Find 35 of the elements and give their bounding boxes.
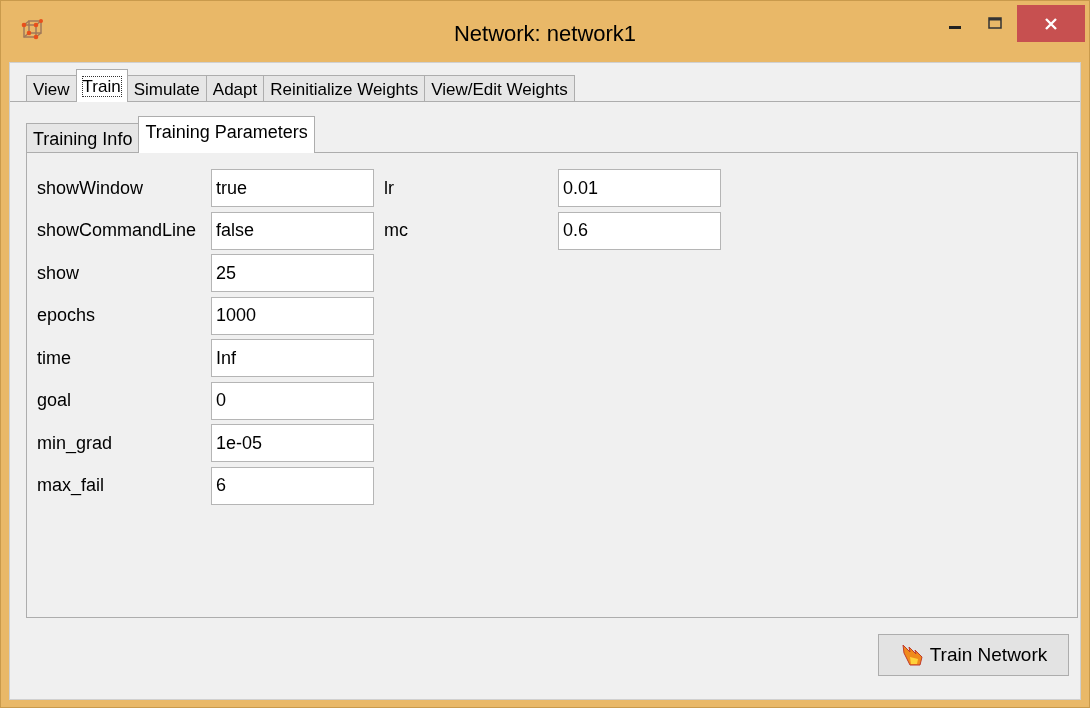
maximize-icon <box>988 17 1002 29</box>
network-cube-icon <box>21 19 43 41</box>
parameter-label: showWindow <box>37 177 145 199</box>
subtab[interactable]: Training Info <box>26 123 140 153</box>
input-field[interactable]: 0.6 <box>558 211 721 250</box>
close-button[interactable] <box>1017 5 1085 42</box>
input-field[interactable]: 25 <box>211 254 374 292</box>
close-icon <box>1045 17 1057 30</box>
input-field[interactable]: Inf <box>211 339 374 377</box>
window-title: Network: network1 <box>453 21 637 46</box>
parameter-label: show <box>37 262 81 284</box>
parameter-label: min_grad <box>37 432 114 454</box>
tab[interactable]: Reinitialize Weights <box>263 75 426 102</box>
input-field[interactable]: 1e-05 <box>211 424 374 462</box>
train-network-button[interactable]: Train Network <box>878 634 1069 676</box>
parameter-label: epochs <box>37 305 97 326</box>
subtab[interactable]: Training Parameters <box>138 116 315 153</box>
input-field[interactable]: 0.01 <box>558 169 721 207</box>
input-field[interactable]: 0 <box>211 381 374 420</box>
tab[interactable]: View/Edit Weights <box>424 75 575 102</box>
input-field[interactable]: 1000 <box>211 296 374 335</box>
tab[interactable]: View <box>26 75 77 102</box>
parameter-label: max_fail <box>37 475 106 496</box>
tab[interactable]: Train <box>75 69 128 102</box>
minimize-icon <box>949 25 961 29</box>
parameter-label: showCommandLine <box>37 220 198 241</box>
parameter-label: lr <box>384 177 395 199</box>
input-field[interactable]: true <box>211 169 374 207</box>
input-field[interactable]: false <box>211 211 374 250</box>
parameter-label: time <box>37 347 72 369</box>
flame-icon <box>899 643 924 667</box>
parameter-label: mc <box>384 220 409 241</box>
parameter-label: goal <box>37 390 73 411</box>
input-field[interactable]: 6 <box>211 466 374 505</box>
tab[interactable]: Simulate <box>126 75 207 102</box>
